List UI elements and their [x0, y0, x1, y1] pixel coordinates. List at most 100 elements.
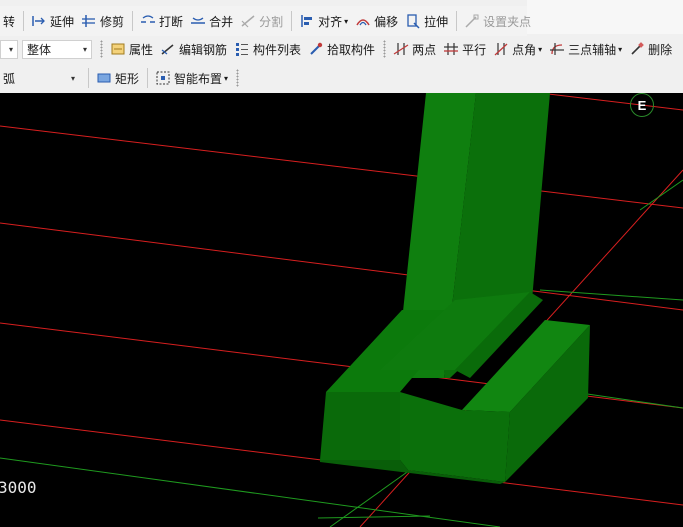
arc-button[interactable]: 弧	[0, 67, 23, 89]
separator	[456, 11, 458, 31]
trim-button[interactable]: 修剪	[78, 10, 127, 32]
align-label: 对齐	[318, 14, 343, 29]
extend-button[interactable]: 延伸	[28, 10, 77, 32]
chevron-down-icon: ▾	[224, 73, 229, 83]
grid-line	[317, 515, 431, 519]
smart-place-icon	[156, 71, 170, 85]
chevron-down-icon: ▾	[618, 44, 623, 54]
toolbar-area: 转 延伸 修剪 打断 合并 分割 对齐 ▾ 偏移 拉伸 设置夹点 ▾ 整体 ▾ …	[0, 0, 683, 93]
separator	[23, 11, 25, 31]
rectangle-icon	[97, 73, 111, 83]
extend-label: 延伸	[50, 14, 75, 29]
view-compass[interactable]: E	[630, 93, 654, 117]
two-points-button[interactable]: 两点	[390, 38, 439, 60]
delete-button[interactable]: 删除	[626, 38, 675, 60]
axis-line	[539, 93, 683, 111]
rectangle-button[interactable]: 矩形	[93, 67, 142, 89]
set-grip-button[interactable]: 设置夹点	[461, 10, 534, 32]
break-icon	[141, 15, 156, 23]
separator	[291, 11, 293, 31]
parallel-label: 平行	[462, 42, 487, 57]
arc-mode-select[interactable]: ▾	[24, 68, 81, 88]
model-canvas[interactable]	[0, 93, 683, 527]
two-points-axis-icon	[393, 43, 409, 55]
separator	[88, 68, 90, 88]
merge-label: 合并	[209, 14, 234, 29]
compass-letter: E	[637, 97, 647, 113]
separator	[132, 11, 134, 31]
column-footing-model[interactable]	[320, 93, 590, 484]
properties-icon	[111, 43, 125, 55]
split-button[interactable]: 分割	[237, 10, 286, 32]
axis-line	[0, 222, 683, 311]
base-left-front	[320, 392, 400, 460]
chevron-down-icon: ▾	[82, 44, 87, 54]
edit-rebar-icon	[161, 44, 174, 55]
merge-button[interactable]: 合并	[187, 10, 236, 32]
two-points-label: 两点	[412, 42, 437, 57]
edit-rebar-button[interactable]: 编辑钢筋	[157, 38, 230, 60]
chevron-down-icon: ▾	[71, 73, 76, 83]
break-label: 打断	[159, 14, 184, 29]
drawing-viewport[interactable]: E 3000	[0, 93, 683, 527]
floor-select[interactable]: ▾	[0, 39, 18, 59]
edit-rebar-label: 编辑钢筋	[179, 42, 228, 57]
extend-icon	[32, 16, 45, 26]
pick-component-label: 拾取构件	[327, 42, 376, 57]
eraser-icon	[631, 42, 644, 55]
eyedropper-icon	[310, 42, 323, 55]
component-toolbar: ▾ 整体 ▾ 属性 编辑钢筋 构件列表 拾取构件 两点 平行 点角 ▾ 三点辅轴…	[0, 34, 683, 64]
toolbar-grip[interactable]	[100, 40, 103, 58]
point-angle-label: 点角	[512, 42, 537, 57]
offset-label: 偏移	[374, 14, 399, 29]
point-angle-dropdown[interactable]: 点角 ▾	[490, 38, 545, 60]
component-list-button[interactable]: 构件列表	[231, 38, 304, 60]
scope-select[interactable]: 整体 ▾	[22, 39, 92, 59]
toolbar-empty-strip	[527, 0, 683, 34]
trim-icon	[82, 15, 96, 27]
align-dropdown[interactable]: 对齐 ▾	[296, 10, 351, 32]
scope-select-value: 整体	[27, 42, 52, 57]
split-label: 分割	[259, 14, 284, 29]
component-list-label: 构件列表	[253, 42, 302, 57]
axis-line	[0, 125, 683, 209]
list-icon	[236, 43, 249, 56]
align-icon	[301, 15, 313, 27]
dimension-label: 3000	[0, 478, 37, 497]
trim-label: 修剪	[100, 14, 125, 29]
smart-place-label: 智能布置	[174, 71, 223, 86]
chevron-down-icon: ▾	[538, 44, 543, 54]
three-point-axis-dropdown[interactable]: 三点辅轴 ▾	[546, 38, 625, 60]
rotate-label: 转	[3, 14, 16, 29]
stretch-button[interactable]: 拉伸	[402, 10, 451, 32]
separator	[147, 68, 149, 88]
rotate-button[interactable]: 转	[0, 10, 18, 32]
pick-component-button[interactable]: 拾取构件	[305, 38, 378, 60]
parallel-axis-icon	[444, 43, 459, 55]
merge-icon	[191, 17, 206, 24]
three-point-axis-icon	[550, 43, 565, 55]
draw-toolbar: 弧 ▾ 矩形 智能布置 ▾	[0, 63, 683, 93]
toolbar-grip[interactable]	[236, 69, 240, 87]
split-icon	[241, 15, 255, 28]
properties-button[interactable]: 属性	[107, 38, 156, 60]
rectangle-label: 矩形	[115, 71, 140, 86]
chevron-down-icon: ▾	[8, 44, 13, 54]
properties-label: 属性	[129, 42, 154, 57]
delete-label: 删除	[648, 42, 673, 57]
offset-button[interactable]: 偏移	[352, 10, 401, 32]
stretch-label: 拉伸	[424, 14, 449, 29]
parallel-button[interactable]: 平行	[440, 38, 489, 60]
stretch-icon	[407, 14, 420, 29]
arc-label: 弧	[3, 71, 16, 86]
chevron-down-icon: ▾	[344, 16, 349, 26]
edit-toolbar: 转 延伸 修剪 打断 合并 分割 对齐 ▾ 偏移 拉伸 设置夹点	[0, 6, 531, 36]
toolbar-grip[interactable]	[383, 40, 387, 58]
set-grip-label: 设置夹点	[483, 14, 532, 29]
break-button[interactable]: 打断	[137, 10, 186, 32]
offset-icon	[356, 19, 370, 26]
grip-point-icon	[465, 14, 479, 28]
point-angle-icon	[494, 43, 508, 56]
smart-place-dropdown[interactable]: 智能布置 ▾	[152, 67, 231, 89]
grid-line	[329, 469, 411, 527]
